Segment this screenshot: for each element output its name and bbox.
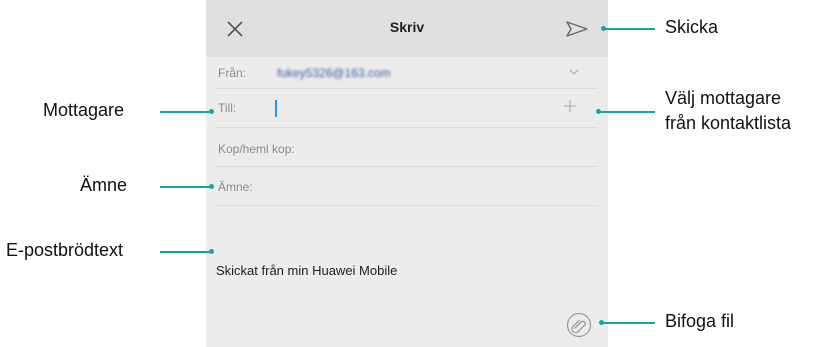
callout-recipient: Mottagare xyxy=(43,100,125,120)
callout-line xyxy=(599,111,655,113)
compose-toolbar: Skriv xyxy=(206,0,608,57)
send-icon[interactable] xyxy=(565,19,589,39)
page-title: Skriv xyxy=(389,19,425,35)
callout-line xyxy=(604,28,655,30)
divider xyxy=(216,166,598,167)
chevron-down-icon[interactable] xyxy=(568,67,580,77)
email-body[interactable]: Skickat från min Huawei Mobile xyxy=(216,263,397,278)
callout-choose-recipient-line1: Välj mottagare xyxy=(665,88,782,108)
to-label: Till: xyxy=(218,101,237,115)
callout-line xyxy=(160,186,211,188)
callout-line xyxy=(160,251,211,253)
callout-line xyxy=(160,111,211,113)
subject-field[interactable]: Ämne: xyxy=(218,180,253,194)
callout-dot xyxy=(209,184,214,189)
callout-choose-recipient-line2: från kontaktlista xyxy=(665,113,792,133)
callout-subject: Ämne xyxy=(80,175,128,195)
divider xyxy=(216,88,598,89)
callout-line xyxy=(602,322,655,324)
email-compose-screen: Skriv Från: fukey5326@163.com Till: Kop/… xyxy=(206,0,608,347)
callout-attach: Bifoga fil xyxy=(665,311,735,331)
callout-body: E-postbrödtext xyxy=(6,240,124,260)
callout-dot xyxy=(209,109,214,114)
plus-icon[interactable] xyxy=(563,99,577,113)
to-field[interactable] xyxy=(275,100,277,117)
divider xyxy=(216,127,598,128)
paperclip-icon[interactable] xyxy=(566,312,592,338)
callout-send: Skicka xyxy=(665,17,719,37)
divider xyxy=(216,205,598,206)
from-account: fukey5326@163.com xyxy=(277,66,391,80)
cc-bcc-field[interactable]: Kop/heml kop: xyxy=(218,142,295,156)
callout-dot xyxy=(209,249,214,254)
from-label: Från: xyxy=(218,66,247,80)
